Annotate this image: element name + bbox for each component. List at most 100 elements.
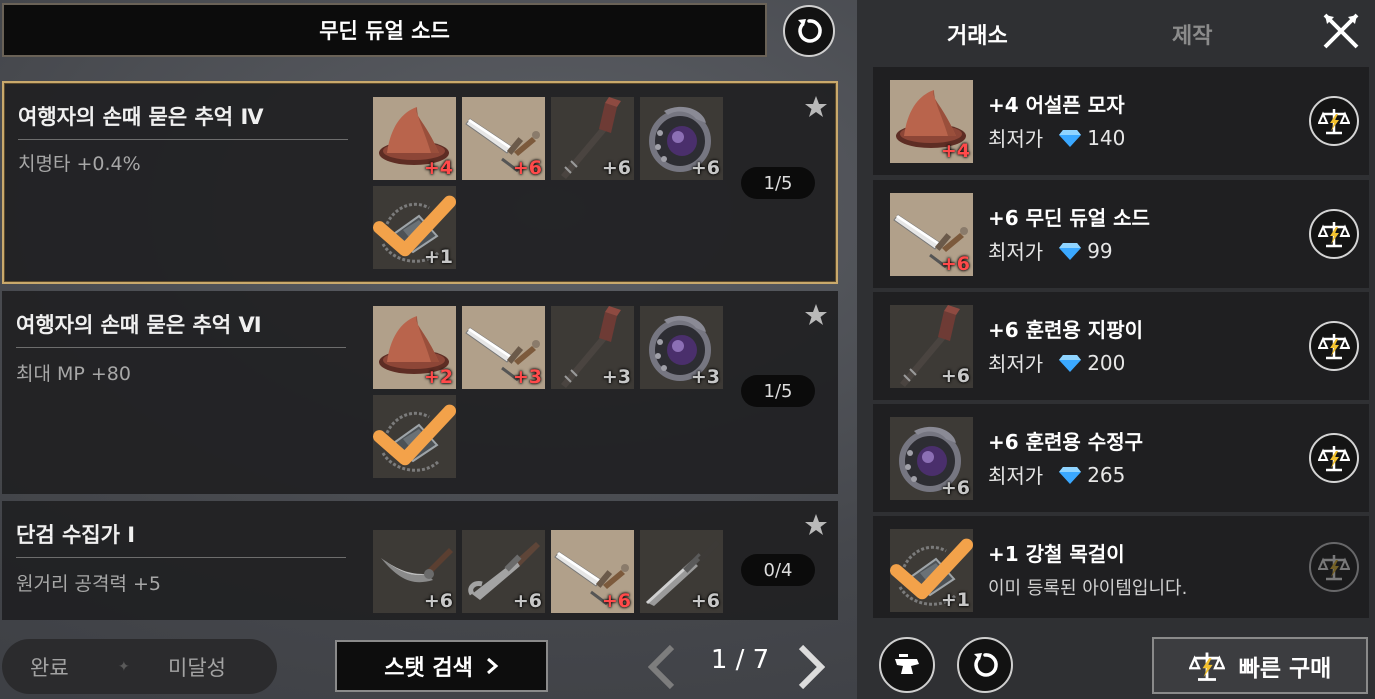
already-registered-note: 이미 등록된 아이템입니다. [988,578,1188,599]
reset-button[interactable] [957,637,1013,693]
market-item-row[interactable]: +6 +6 무딘 듀얼 소드 최저가 99 [873,180,1369,288]
scale-lightning-icon [1318,442,1350,474]
enhance-level: +6 [940,477,970,499]
quick-buy-label: 빠른 구매 [1238,655,1332,682]
next-page-button[interactable] [797,645,825,689]
price-label: 최저가 [988,240,1044,264]
refresh-button[interactable] [783,5,835,57]
enhance-level: +6 [512,590,542,612]
price-label: 최저가 [988,127,1044,151]
market-item-price: 최저가 140 [988,123,1125,152]
market-item-row[interactable]: +1 +1 강철 목걸이 이미 등록된 아이템입니다. [873,516,1369,618]
trade-scale-button[interactable] [1309,321,1359,371]
market-item-price: 최저가 265 [988,460,1125,489]
item-slot: +6 [890,305,973,388]
item-title-bar: 무딘 듀얼 소드 [2,3,767,57]
market-item-row[interactable]: +4 +4 어설픈 모자 최저가 140 [873,67,1369,175]
market-item-price: 최저가 99 [988,236,1113,265]
prev-page-button[interactable] [648,645,676,689]
collection-card[interactable]: 여행자의 손때 묻은 추억 Ⅵ 최대 MP +80 +2 +3 +3 +3 1/… [2,291,838,494]
collection-card[interactable]: 단검 수집가 Ⅰ 원거리 공격력 +5 +6 +6 +6 +6 0/4 [2,501,838,620]
tab-craft[interactable]: 제작 [1172,18,1212,50]
item-slot[interactable]: +3 [551,306,634,389]
enhance-level: +4 [423,157,453,179]
enhance-level: +3 [512,366,542,388]
item-slot[interactable]: +6 [551,97,634,180]
enhance-level: +6 [940,365,970,387]
tab-market[interactable]: 거래소 [947,18,1008,50]
trade-scale-button[interactable] [1309,433,1359,483]
trade-scale-button[interactable] [1309,209,1359,259]
collection-card[interactable]: 여행자의 손때 묻은 추억 Ⅳ 치명타 +0.4% +4 +6 +6 +6 +1… [2,81,838,284]
item-slot: +6 [890,193,973,276]
collection-stat: 최대 MP +80 [16,363,131,385]
favorite-star-icon[interactable] [804,95,828,119]
collection-progress: 0/4 [741,554,815,586]
item-slot[interactable]: +2 [373,306,456,389]
item-slot[interactable]: +6 [462,97,545,180]
price-label: 최저가 [988,464,1044,488]
price-label: 최저가 [988,352,1044,376]
filter-incomplete[interactable]: 미달성 [168,652,226,682]
completion-filter[interactable]: 완료 ✦ 미달성 [2,639,277,694]
diamond-icon [1059,466,1081,484]
market-item-name: +4 어설픈 모자 [988,93,1125,117]
filter-complete[interactable]: 완료 [30,652,69,682]
enhance-level: +2 [423,366,453,388]
enhance-level: +1 [940,589,970,611]
enhance-level: +1 [423,246,453,268]
item-slot[interactable]: +6 [373,530,456,613]
favorite-star-icon[interactable] [804,303,828,327]
collection-name: 여행자의 손때 묻은 추억 Ⅳ [18,101,348,140]
stat-search-label: 스탯 검색 [384,656,473,681]
scale-lightning-icon [1318,551,1350,583]
collection-stat: 치명타 +0.4% [18,153,141,175]
item-slot[interactable] [373,395,456,478]
page-indicator: 1 / 7 [710,645,770,675]
enhance-level: +6 [690,157,720,179]
market-item-name: +6 무딘 듀얼 소드 [988,206,1150,230]
close-icon[interactable] [1322,12,1360,50]
trade-scale-button[interactable] [1309,96,1359,146]
enhance-level: +3 [601,366,631,388]
item-slot[interactable]: +6 [640,530,723,613]
item-slot[interactable]: +1 [373,186,456,269]
favorite-star-icon[interactable] [804,513,828,537]
chevron-right-icon [486,657,499,675]
enhance-level: +6 [512,157,542,179]
item-slot[interactable]: +3 [462,306,545,389]
collection-name: 단검 수집가 Ⅰ [16,519,346,558]
enhance-level: +6 [940,253,970,275]
anvil-button[interactable] [879,637,935,693]
scale-lightning-icon [1318,218,1350,250]
page-title: 무딘 듀얼 소드 [319,19,450,43]
item-slot[interactable]: +6 [462,530,545,613]
item-slot[interactable]: +4 [373,97,456,180]
item-slot: +6 [890,417,973,500]
enhance-level: +6 [601,590,631,612]
trade-scale-button[interactable] [1309,542,1359,592]
enhance-level: +6 [690,590,720,612]
market-item-name: +1 강철 목걸이 [988,542,1125,566]
scale-lightning-icon [1189,648,1225,684]
enhance-level: +6 [423,590,453,612]
market-item-name: +6 훈련용 수정구 [988,430,1143,454]
diamond-icon [1059,129,1081,147]
collection-progress: 1/5 [741,167,815,199]
item-slot[interactable]: +6 [551,530,634,613]
market-item-row[interactable]: +6 +6 훈련용 수정구 최저가 265 [873,404,1369,512]
refresh-icon [794,16,824,46]
stat-search-button[interactable]: 스탯 검색 [335,640,548,692]
price-value: 140 [1087,125,1126,150]
scale-lightning-icon [1318,330,1350,362]
diamond-icon [1059,354,1081,372]
diamond-icon [1059,242,1081,260]
item-slot[interactable]: +6 [640,97,723,180]
market-item-row[interactable]: +6 +6 훈련용 지팡이 최저가 200 [873,292,1369,400]
scale-lightning-icon [1318,105,1350,137]
price-value: 200 [1087,350,1126,375]
item-slot[interactable]: +3 [640,306,723,389]
quick-buy-button[interactable]: 빠른 구매 [1152,637,1368,694]
refresh-icon [970,650,1000,680]
enhance-level: +3 [690,366,720,388]
